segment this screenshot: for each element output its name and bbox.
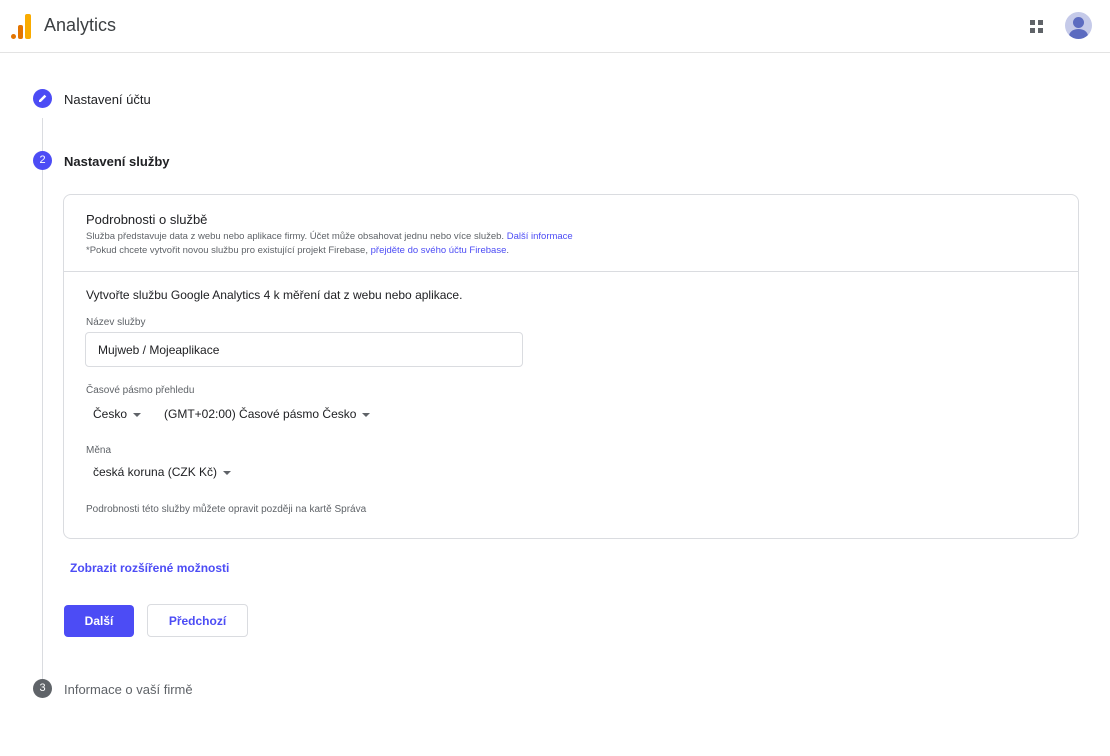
- card-title: Podrobnosti o službě: [86, 212, 208, 227]
- dropdown-arrow-icon: [362, 412, 371, 417]
- currency-label: Měna: [86, 445, 112, 456]
- step-3-number: 3: [33, 679, 52, 698]
- analytics-logo-icon[interactable]: [11, 13, 33, 39]
- step-2-label: Nastavení služby: [64, 154, 170, 169]
- country-select-value: Česko: [93, 407, 128, 421]
- firebase-note: *Pokud chcete vytvořit novou službu pro …: [86, 245, 509, 256]
- service-name-input[interactable]: [85, 332, 523, 367]
- top-app-bar: Analytics: [0, 0, 1110, 53]
- advanced-options-link[interactable]: Zobrazit rozšířené možnosti: [70, 561, 229, 575]
- dropdown-arrow-icon: [133, 412, 142, 417]
- step-1-label[interactable]: Nastavení účtu: [64, 92, 151, 107]
- firebase-note-end: .: [506, 245, 509, 256]
- firebase-account-link[interactable]: přejděte do svého účtu Firebase: [371, 245, 507, 256]
- pencil-icon: [39, 94, 47, 102]
- country-select[interactable]: Česko: [93, 407, 142, 421]
- intro-text: Vytvořte službu Google Analytics 4 k měř…: [86, 288, 463, 302]
- dropdown-arrow-icon: [223, 470, 232, 475]
- step-2-number: 2: [33, 151, 52, 170]
- previous-button[interactable]: Předchozí: [147, 604, 248, 637]
- firebase-note-text: *Pokud chcete vytvořit novou službu pro …: [86, 245, 371, 256]
- timezone-select-value: (GMT+02:00) Časové pásmo Česko: [164, 407, 357, 421]
- timezone-label: Časové pásmo přehledu: [86, 385, 195, 396]
- learn-more-link[interactable]: Další informace: [507, 231, 573, 242]
- currency-select-value: česká koruna (CZK Kč): [93, 465, 218, 479]
- card-description: Služba představuje data z webu nebo apli…: [86, 231, 573, 242]
- description-text: Služba představuje data z webu nebo apli…: [86, 231, 507, 242]
- timezone-select[interactable]: (GMT+02:00) Časové pásmo Česko: [164, 407, 371, 421]
- currency-select[interactable]: česká koruna (CZK Kč): [93, 465, 232, 479]
- app-title[interactable]: Analytics: [44, 15, 116, 36]
- card-header: Podrobnosti o službě Služba představuje …: [64, 195, 1078, 272]
- next-button[interactable]: Další: [64, 605, 134, 637]
- step-1-completed-circle[interactable]: [33, 89, 52, 108]
- apps-grid-icon[interactable]: [1030, 20, 1044, 34]
- step-3-label[interactable]: Informace o vaší firmě: [64, 682, 193, 697]
- edit-later-note: Podrobnosti této služby můžete opravit p…: [86, 504, 367, 515]
- service-details-card: Podrobnosti o službě Služba představuje …: [63, 194, 1079, 539]
- stepper-connector: [42, 170, 43, 680]
- service-name-label: Název služby: [86, 317, 146, 328]
- account-avatar-icon[interactable]: [1065, 12, 1092, 39]
